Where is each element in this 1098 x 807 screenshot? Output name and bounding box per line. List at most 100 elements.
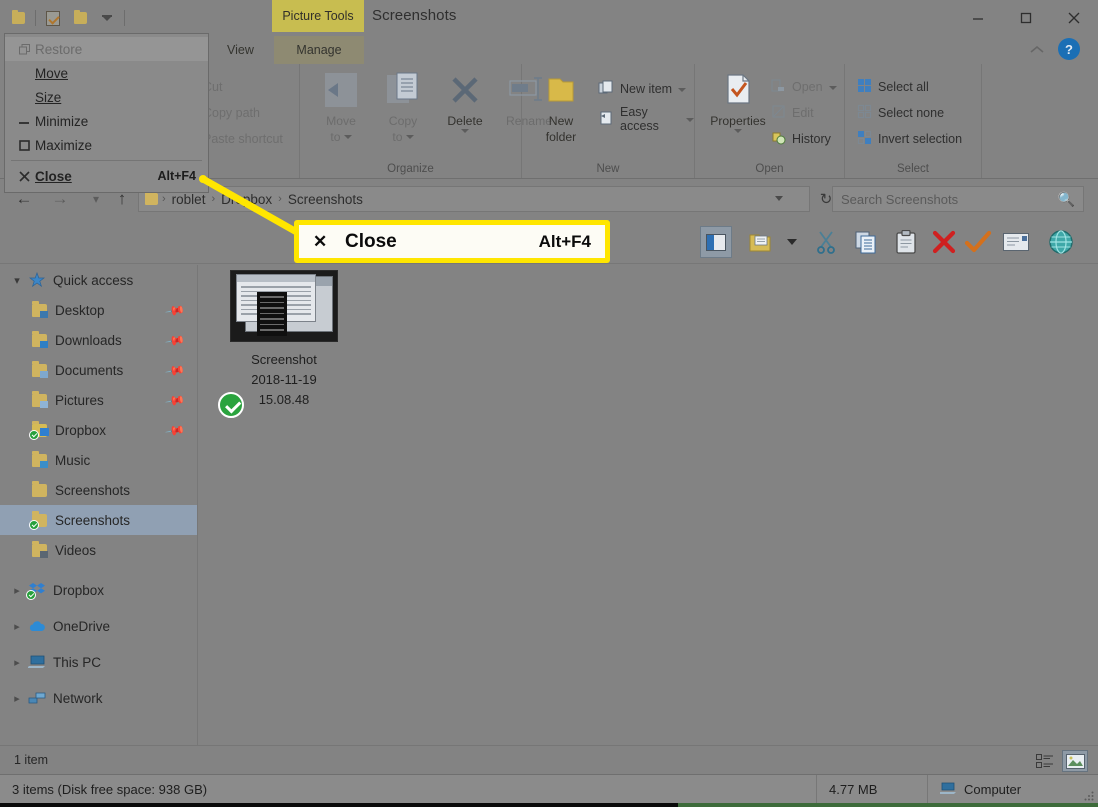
system-menu-item-minimize[interactable]: Minimize bbox=[5, 109, 208, 133]
sidebar-item-dropbox[interactable]: ▸ Dropbox bbox=[0, 575, 197, 605]
invert-selection-command[interactable]: Invert selection bbox=[857, 126, 962, 152]
customize-caret-icon[interactable] bbox=[97, 8, 117, 28]
copy-to-button[interactable]: Copy to bbox=[372, 68, 434, 154]
properties-button[interactable]: Properties bbox=[703, 68, 773, 154]
cut-scissors-icon[interactable] bbox=[810, 226, 842, 258]
new-item-icon bbox=[598, 80, 614, 99]
qat-divider-1 bbox=[35, 10, 36, 26]
new-item-caret-icon[interactable] bbox=[678, 87, 687, 92]
ribbon-group-organize: Move to Copy to Delete Rename Organize bbox=[300, 64, 552, 178]
search-input[interactable]: Search Screenshots bbox=[841, 192, 1058, 207]
pin-icon[interactable]: 📌 bbox=[164, 390, 186, 412]
chevron-right-icon[interactable]: ▸ bbox=[8, 584, 26, 597]
delete-button[interactable]: Delete bbox=[434, 68, 496, 154]
sidebar-item-dropbox-quick[interactable]: Dropbox 📌 bbox=[0, 415, 197, 445]
large-icons-view-icon[interactable] bbox=[1062, 750, 1088, 772]
delete-red-x-icon[interactable] bbox=[928, 226, 960, 258]
help-button[interactable]: ? bbox=[1058, 38, 1080, 60]
properties-icon[interactable] bbox=[43, 8, 63, 28]
chevron-down-icon[interactable]: ▾ bbox=[8, 274, 26, 287]
copy-path-command[interactable]: Copy path bbox=[203, 100, 260, 126]
move-to-label-line1: Move bbox=[326, 114, 356, 128]
sidebar-label-network: Network bbox=[53, 690, 103, 706]
window-system-menu[interactable]: Restore Move Size Minimize Maximize Clos… bbox=[4, 33, 209, 193]
system-menu-item-maximize[interactable]: Maximize bbox=[5, 133, 208, 157]
select-group-label: Select bbox=[897, 163, 929, 175]
sidebar-item-desktop[interactable]: Desktop 📌 bbox=[0, 295, 197, 325]
toolbar-dropdown-caret-icon[interactable] bbox=[776, 226, 808, 258]
select-none-command[interactable]: Select none bbox=[857, 100, 944, 126]
sidebar-item-quick-access[interactable]: ▾ Quick access bbox=[0, 265, 197, 295]
pin-icon[interactable]: 📌 bbox=[164, 330, 186, 352]
edit-command[interactable]: Edit bbox=[771, 100, 814, 126]
system-menu-item-close[interactable]: Close Alt+F4 bbox=[5, 164, 208, 188]
paste-shortcut-command[interactable]: Paste shortcut bbox=[203, 126, 283, 152]
sidebar-label-onedrive: OneDrive bbox=[53, 618, 111, 634]
sidebar-item-onedrive[interactable]: ▸ OneDrive bbox=[0, 611, 197, 641]
system-menu-item-move[interactable]: Move bbox=[5, 61, 208, 85]
chevron-right-icon[interactable]: ▸ bbox=[8, 692, 26, 705]
navigation-pane-toggle-icon[interactable] bbox=[700, 226, 732, 258]
easy-access-command[interactable]: Easy access bbox=[598, 105, 694, 133]
paste-clipboard-icon[interactable] bbox=[890, 226, 922, 258]
breadcrumb-dropbox[interactable]: Dropbox bbox=[217, 192, 276, 207]
file-item[interactable]: Screenshot 2018-11-19 15.08.48 bbox=[218, 270, 344, 418]
maximize-button[interactable] bbox=[1002, 0, 1050, 36]
history-label: History bbox=[792, 132, 831, 146]
easy-access-caret-icon[interactable] bbox=[686, 117, 694, 122]
chevron-right-icon[interactable]: ▸ bbox=[8, 656, 26, 669]
collapse-ribbon-chevron-icon[interactable] bbox=[1026, 40, 1048, 60]
resize-grip[interactable] bbox=[1083, 790, 1095, 802]
delete-label: Delete bbox=[447, 114, 483, 128]
sidebar-item-documents[interactable]: Documents 📌 bbox=[0, 355, 197, 385]
history-icon bbox=[771, 130, 786, 148]
select-all-command[interactable]: Select all bbox=[857, 74, 929, 100]
history-command[interactable]: History bbox=[771, 126, 831, 152]
sidebar-item-downloads[interactable]: Downloads 📌 bbox=[0, 325, 197, 355]
breadcrumb-roblet[interactable]: roblet bbox=[168, 192, 210, 207]
sidebar-label-documents: Documents bbox=[55, 362, 124, 378]
close-button[interactable] bbox=[1050, 0, 1098, 36]
address-breadcrumb-bar[interactable]: › roblet › Dropbox › Screenshots bbox=[138, 186, 810, 212]
internet-globe-icon[interactable] bbox=[1045, 226, 1077, 258]
sidebar-item-screenshots-2[interactable]: Screenshots bbox=[0, 505, 197, 535]
edit-icon bbox=[771, 104, 786, 122]
open-caret-icon[interactable] bbox=[828, 85, 837, 90]
select-none-label: Select none bbox=[878, 106, 945, 120]
breadcrumb-screenshots[interactable]: Screenshots bbox=[284, 192, 367, 207]
sidebar-item-network[interactable]: ▸ Network bbox=[0, 683, 197, 713]
copy-icon[interactable] bbox=[850, 226, 882, 258]
sidebar-item-this-pc[interactable]: ▸ This PC bbox=[0, 647, 197, 677]
sidebar-item-videos[interactable]: Videos bbox=[0, 535, 197, 565]
new-folder-icon[interactable] bbox=[70, 8, 90, 28]
new-item-command[interactable]: New item bbox=[598, 76, 687, 102]
copy-to-caret-icon[interactable] bbox=[405, 134, 414, 139]
delete-caret-icon[interactable] bbox=[461, 129, 469, 133]
pin-icon[interactable]: 📌 bbox=[164, 420, 186, 442]
sidebar-item-screenshots-1[interactable]: Screenshots bbox=[0, 475, 197, 505]
minimize-button[interactable] bbox=[954, 0, 1002, 36]
new-folder-button[interactable]: New folder bbox=[530, 68, 592, 154]
folder-options-icon[interactable] bbox=[744, 226, 776, 258]
search-box[interactable]: Search Screenshots 🔍 bbox=[832, 186, 1084, 212]
system-menu-item-restore[interactable]: Restore bbox=[5, 37, 208, 61]
chevron-right-icon[interactable]: ▸ bbox=[8, 620, 26, 633]
address-dropdown-caret-icon[interactable] bbox=[775, 196, 783, 201]
move-to-caret-icon[interactable] bbox=[343, 134, 352, 139]
system-menu-item-size[interactable]: Size bbox=[5, 85, 208, 109]
email-icon[interactable] bbox=[1000, 226, 1032, 258]
file-list-area[interactable]: Screenshot 2018-11-19 15.08.48 bbox=[199, 265, 1098, 745]
details-view-icon[interactable] bbox=[1032, 750, 1058, 772]
move-to-button[interactable]: Move to bbox=[310, 68, 372, 154]
pin-icon[interactable]: 📌 bbox=[164, 360, 186, 382]
tab-view[interactable]: View bbox=[214, 36, 267, 64]
folder-icon[interactable] bbox=[8, 8, 28, 28]
tab-manage[interactable]: Manage bbox=[274, 36, 364, 64]
sidebar-item-pictures[interactable]: Pictures 📌 bbox=[0, 385, 197, 415]
pin-icon[interactable]: 📌 bbox=[164, 300, 186, 322]
sidebar-item-music[interactable]: Music bbox=[0, 445, 197, 475]
file-name-line-1: Screenshot bbox=[251, 352, 317, 367]
confirm-orange-check-icon[interactable] bbox=[962, 226, 994, 258]
open-command[interactable]: Open bbox=[771, 74, 837, 100]
properties-caret-icon[interactable] bbox=[734, 129, 742, 133]
